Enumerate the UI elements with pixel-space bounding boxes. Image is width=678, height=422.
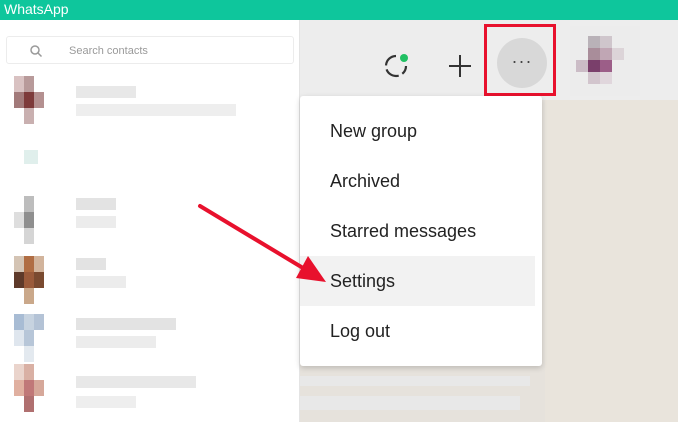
status-button[interactable]: [380, 50, 412, 82]
contact-name: [76, 86, 136, 98]
avatar: [24, 150, 38, 164]
contact-row[interactable]: [0, 196, 300, 254]
contact-row[interactable]: [0, 76, 300, 134]
title-bar: WhatsApp: [0, 0, 678, 20]
contact-preview: [76, 276, 126, 288]
menu-item-starred-messages[interactable]: Starred messages: [300, 206, 542, 256]
menu-item-label: Archived: [330, 171, 401, 191]
new-chat-button[interactable]: [446, 52, 474, 80]
menu-item-settings[interactable]: Settings: [300, 256, 535, 306]
sidebar: [0, 20, 300, 422]
contact-preview: [76, 104, 236, 116]
avatar: [14, 256, 44, 304]
menu-item-label: Settings: [330, 271, 396, 291]
contact-row[interactable]: [0, 364, 300, 422]
contact-name: [76, 198, 116, 210]
contact-name: [76, 258, 106, 270]
chat-wallpaper: [545, 100, 678, 422]
chat-avatar[interactable]: [570, 26, 640, 96]
status-ring-icon: [384, 54, 408, 78]
contact-preview: [76, 336, 156, 348]
plus-icon: [449, 55, 471, 77]
menu-dropdown: New group Archived Starred messages Sett…: [300, 96, 542, 366]
menu-item-label: New group: [330, 121, 418, 141]
menu-button-highlight: [484, 24, 556, 96]
menu-item-log-out[interactable]: Log out: [300, 306, 542, 356]
search-bar[interactable]: [6, 36, 294, 64]
contact-preview: [76, 216, 116, 228]
avatar: [14, 364, 44, 412]
search-icon: [30, 45, 43, 58]
chat-preview-line: [300, 396, 520, 410]
chat-preview-line: [300, 376, 530, 386]
menu-item-archived[interactable]: Archived: [300, 156, 542, 206]
menu-item-new-group[interactable]: New group: [300, 106, 542, 156]
contact-name: [76, 376, 196, 388]
contact-row[interactable]: [0, 256, 300, 314]
avatar: [14, 196, 34, 244]
app-title: WhatsApp: [4, 1, 69, 17]
contact-preview: [76, 396, 136, 408]
contact-name: [76, 318, 176, 330]
search-input[interactable]: [67, 41, 281, 61]
avatar: [14, 314, 44, 362]
menu-item-label: Log out: [330, 321, 391, 341]
menu-item-label: Starred messages: [330, 221, 477, 241]
avatar: [14, 76, 44, 124]
